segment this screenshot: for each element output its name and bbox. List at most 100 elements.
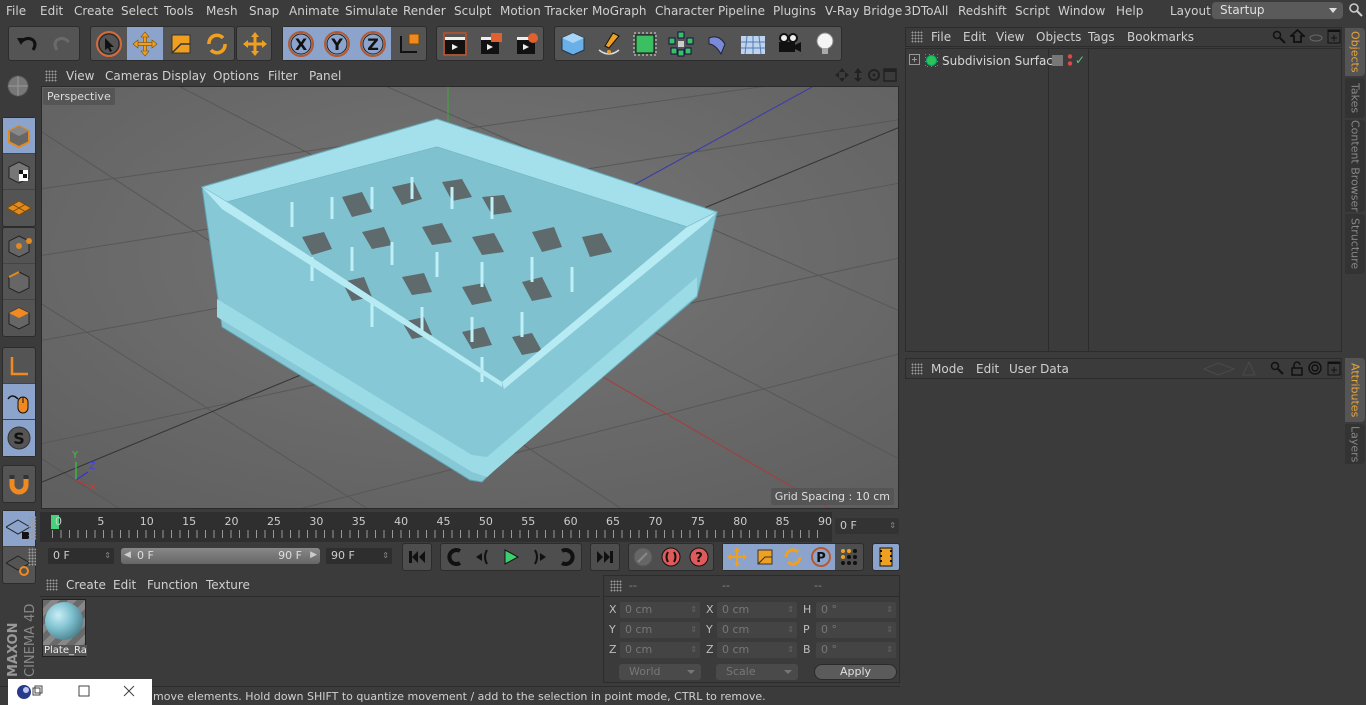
stepper-icon[interactable]: ⇕ (787, 642, 794, 658)
transport-grip[interactable] (28, 548, 36, 566)
attribute-menu-mode[interactable]: Mode (931, 362, 964, 376)
menu-motion-tracker[interactable]: Motion Tracker (500, 4, 588, 18)
object-menu-file[interactable]: File (931, 30, 951, 44)
scale-button[interactable] (163, 27, 199, 60)
polygons-mode-button[interactable] (3, 300, 35, 336)
rot-b-field[interactable]: 0 ° ⇕ (816, 642, 896, 658)
attribute-menu-user-data[interactable]: User Data (1009, 362, 1069, 376)
material-menu-texture[interactable]: Texture (206, 578, 250, 592)
menu-snap[interactable]: Snap (249, 4, 279, 18)
y-axis-button[interactable]: Y (319, 27, 355, 60)
magnet-button[interactable] (3, 466, 35, 502)
viewport-rotate-icon[interactable] (867, 68, 881, 85)
menu-render[interactable]: Render (403, 4, 446, 18)
undo-button[interactable] (9, 27, 45, 60)
next-key-button[interactable] (553, 544, 581, 570)
play-button[interactable] (497, 544, 525, 570)
menu-create[interactable]: Create (74, 4, 114, 18)
material-thumbnail[interactable]: Plate_Ra (42, 599, 87, 657)
grip-handle[interactable] (911, 31, 923, 43)
size-z-field[interactable]: 0 cm ⇕ (717, 642, 797, 658)
search-icon[interactable] (1348, 2, 1364, 21)
stepper-icon[interactable]: ⇕ (690, 622, 697, 638)
grip-handle[interactable] (911, 363, 923, 375)
back-arrow-icon[interactable] (1202, 362, 1236, 379)
floor-button[interactable] (735, 27, 771, 60)
range-left-arrow-icon[interactable]: ◀ (124, 550, 131, 560)
size-y-field[interactable]: 0 cm ⇕ (717, 622, 797, 638)
viewport-menu-options[interactable]: Options (213, 69, 259, 83)
up-arrow-icon[interactable] (1242, 360, 1256, 379)
tab-content-browser[interactable]: Content Browser (1345, 120, 1365, 212)
stepper-icon[interactable]: ⇕ (886, 602, 893, 618)
search-icon[interactable] (1272, 30, 1286, 47)
layer-color-icon[interactable] (1052, 55, 1063, 66)
coordinate-mode-dropdown[interactable]: World (619, 664, 701, 680)
viewport-menu-display[interactable]: Display (162, 69, 206, 83)
go-to-end-button[interactable] (591, 544, 619, 570)
preview-range-slider[interactable]: ◀ 0 F 90 F ▶ (121, 548, 320, 564)
tab-takes[interactable]: Takes (1345, 78, 1365, 118)
layer-icon[interactable] (1309, 32, 1323, 46)
object-menu-view[interactable]: View (996, 30, 1024, 44)
attribute-menu-edit[interactable]: Edit (976, 362, 999, 376)
menu-window[interactable]: Window (1058, 4, 1105, 18)
rot-p-field[interactable]: 0 ° ⇕ (816, 622, 896, 638)
object-name[interactable]: Subdivision Surface (942, 54, 1060, 68)
render-settings-button[interactable] (509, 27, 545, 60)
object-menu-tags[interactable]: Tags (1088, 30, 1115, 44)
pos-x-field[interactable]: 0 cm ⇕ (620, 602, 700, 618)
pos-y-field[interactable]: 0 cm ⇕ (620, 622, 700, 638)
size-mode-dropdown[interactable]: Scale (716, 664, 798, 680)
stepper-icon[interactable]: ⇕ (690, 642, 697, 658)
tab-objects[interactable]: Objects (1345, 28, 1365, 76)
menu-script[interactable]: Script (1015, 4, 1050, 18)
viewport-menu-view[interactable]: View (66, 69, 94, 83)
rotate-button[interactable] (199, 27, 235, 60)
pos-z-field[interactable]: 0 cm ⇕ (620, 642, 700, 658)
render-picture-viewer-button[interactable] (473, 27, 509, 60)
stepper-icon[interactable]: ⇕ (382, 548, 389, 564)
grip-handle[interactable] (610, 580, 622, 592)
cloner-button[interactable] (663, 27, 699, 60)
tab-layers[interactable]: Layers (1345, 424, 1365, 464)
visibility-dots-icon[interactable] (1067, 53, 1073, 70)
menu-help[interactable]: Help (1116, 4, 1143, 18)
timeline-ruler[interactable]: 0 5 10 15 20 25 30 35 40 45 50 55 60 65 70 75 80 85 90 (40, 512, 832, 542)
new-panel-icon[interactable] (1327, 29, 1341, 47)
timeline-grip[interactable] (28, 516, 36, 540)
position-key-button[interactable] (723, 544, 751, 570)
tab-structure[interactable]: Structure (1345, 214, 1365, 274)
end-frame-field[interactable]: 90 F ⇕ (326, 548, 392, 564)
viewport-menu-cameras[interactable]: Cameras (105, 69, 158, 83)
snap-button[interactable]: S (3, 420, 35, 456)
rotation-key-button[interactable] (779, 544, 807, 570)
light-button[interactable] (807, 27, 843, 60)
redo-button[interactable] (45, 27, 81, 60)
stepper-icon[interactable]: ⇕ (889, 518, 896, 534)
subdivision-surface-button[interactable] (627, 27, 663, 60)
edges-mode-button[interactable] (3, 264, 35, 300)
coordinate-system-button[interactable] (391, 27, 427, 60)
point-level-animation-button[interactable] (835, 544, 863, 570)
menu-3dtoall[interactable]: 3DToAll (904, 4, 948, 18)
material-menu-function[interactable]: Function (147, 578, 198, 592)
menu-tools[interactable]: Tools (164, 4, 194, 18)
camera-button[interactable] (771, 27, 807, 60)
object-menu-objects[interactable]: Objects (1036, 30, 1081, 44)
parameter-key-button[interactable]: P (807, 544, 835, 570)
previous-frame-button[interactable] (469, 544, 497, 570)
size-x-field[interactable]: 0 cm ⇕ (717, 602, 797, 618)
record-active-objects-button[interactable] (629, 544, 657, 570)
deformer-button[interactable] (699, 27, 735, 60)
texture-mode-button[interactable] (3, 154, 35, 190)
menu-plugins[interactable]: Plugins (773, 4, 816, 18)
go-to-start-button[interactable] (403, 544, 431, 570)
menu-edit[interactable]: Edit (40, 4, 63, 18)
scale-key-button[interactable] (751, 544, 779, 570)
menu-mesh[interactable]: Mesh (206, 4, 238, 18)
viewport-menu-panel[interactable]: Panel (309, 69, 341, 83)
viewport-maximize-icon[interactable] (883, 68, 897, 85)
model-mode-button[interactable] (3, 118, 35, 154)
z-axis-button[interactable]: Z (355, 27, 391, 60)
